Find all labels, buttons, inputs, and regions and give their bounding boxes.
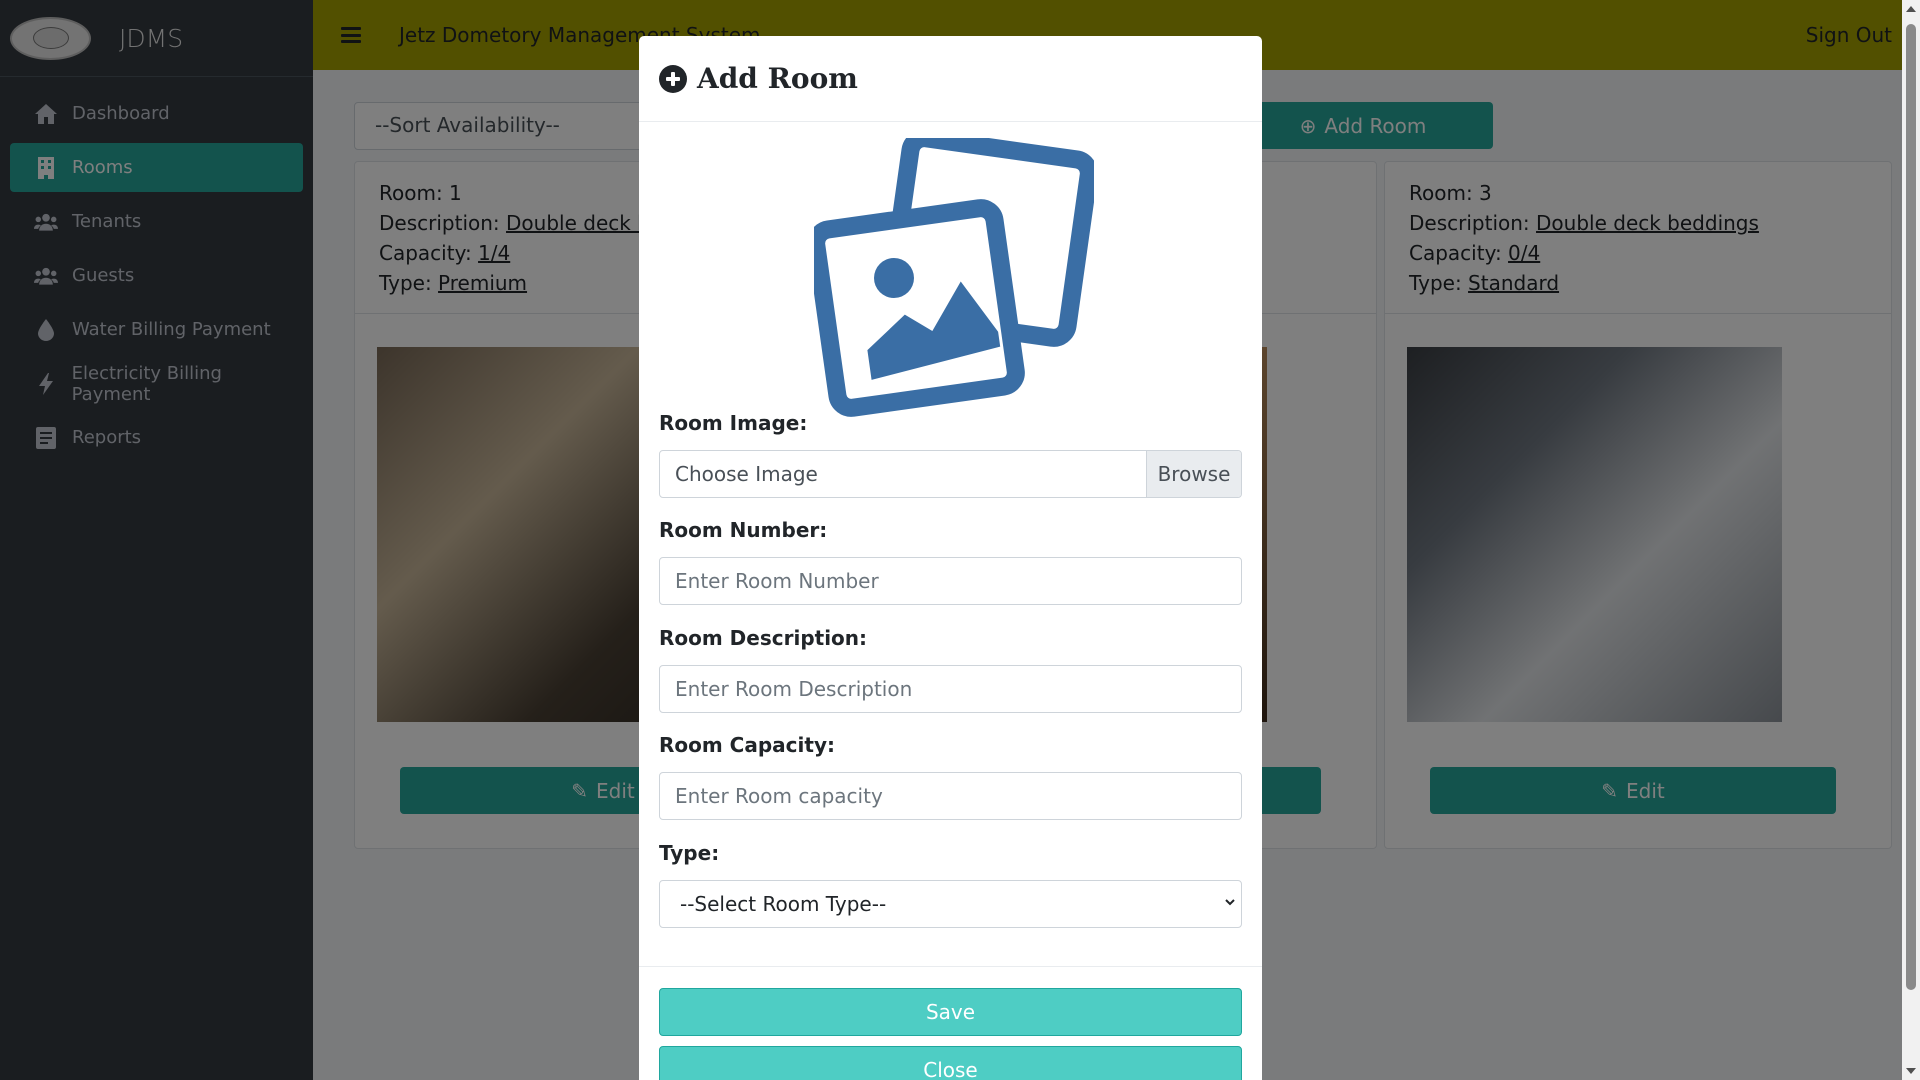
room-type-select[interactable]: --Select Room Type-- bbox=[659, 880, 1242, 928]
image-placeholder-icon bbox=[814, 138, 1094, 417]
page-scrollbar[interactable] bbox=[1902, 0, 1920, 1080]
room-image-label: Room Image: bbox=[659, 411, 808, 435]
plus-circle-icon bbox=[659, 64, 687, 93]
scroll-up-icon[interactable] bbox=[1906, 6, 1916, 12]
close-button[interactable]: Close bbox=[659, 1046, 1242, 1080]
scrollbar-thumb[interactable] bbox=[1906, 24, 1916, 990]
room-type-selected: --Select Room Type-- bbox=[680, 892, 887, 916]
save-button[interactable]: Save bbox=[659, 988, 1242, 1036]
scroll-down-icon[interactable] bbox=[1906, 1068, 1916, 1074]
room-type-label: Type: bbox=[659, 841, 720, 865]
room-number-label: Room Number: bbox=[659, 518, 828, 542]
browse-button[interactable]: Browse bbox=[1146, 451, 1241, 497]
modal-footer-divider bbox=[639, 966, 1262, 967]
room-number-input[interactable]: Enter Room Number bbox=[659, 557, 1242, 605]
add-room-modal: Add Room Room Image: Choose Image Browse… bbox=[639, 36, 1262, 1080]
room-description-label: Room Description: bbox=[659, 626, 868, 650]
room-description-input[interactable]: Enter Room Description bbox=[659, 665, 1242, 713]
modal-header: Add Room bbox=[639, 36, 1262, 122]
room-capacity-label: Room Capacity: bbox=[659, 733, 835, 757]
room-capacity-input[interactable]: Enter Room capacity bbox=[659, 772, 1242, 820]
room-image-file-input[interactable]: Choose Image Browse bbox=[659, 450, 1242, 498]
file-name-display: Choose Image bbox=[675, 462, 818, 486]
modal-title: Add Room bbox=[697, 62, 858, 95]
chevron-down-icon bbox=[1225, 899, 1235, 906]
